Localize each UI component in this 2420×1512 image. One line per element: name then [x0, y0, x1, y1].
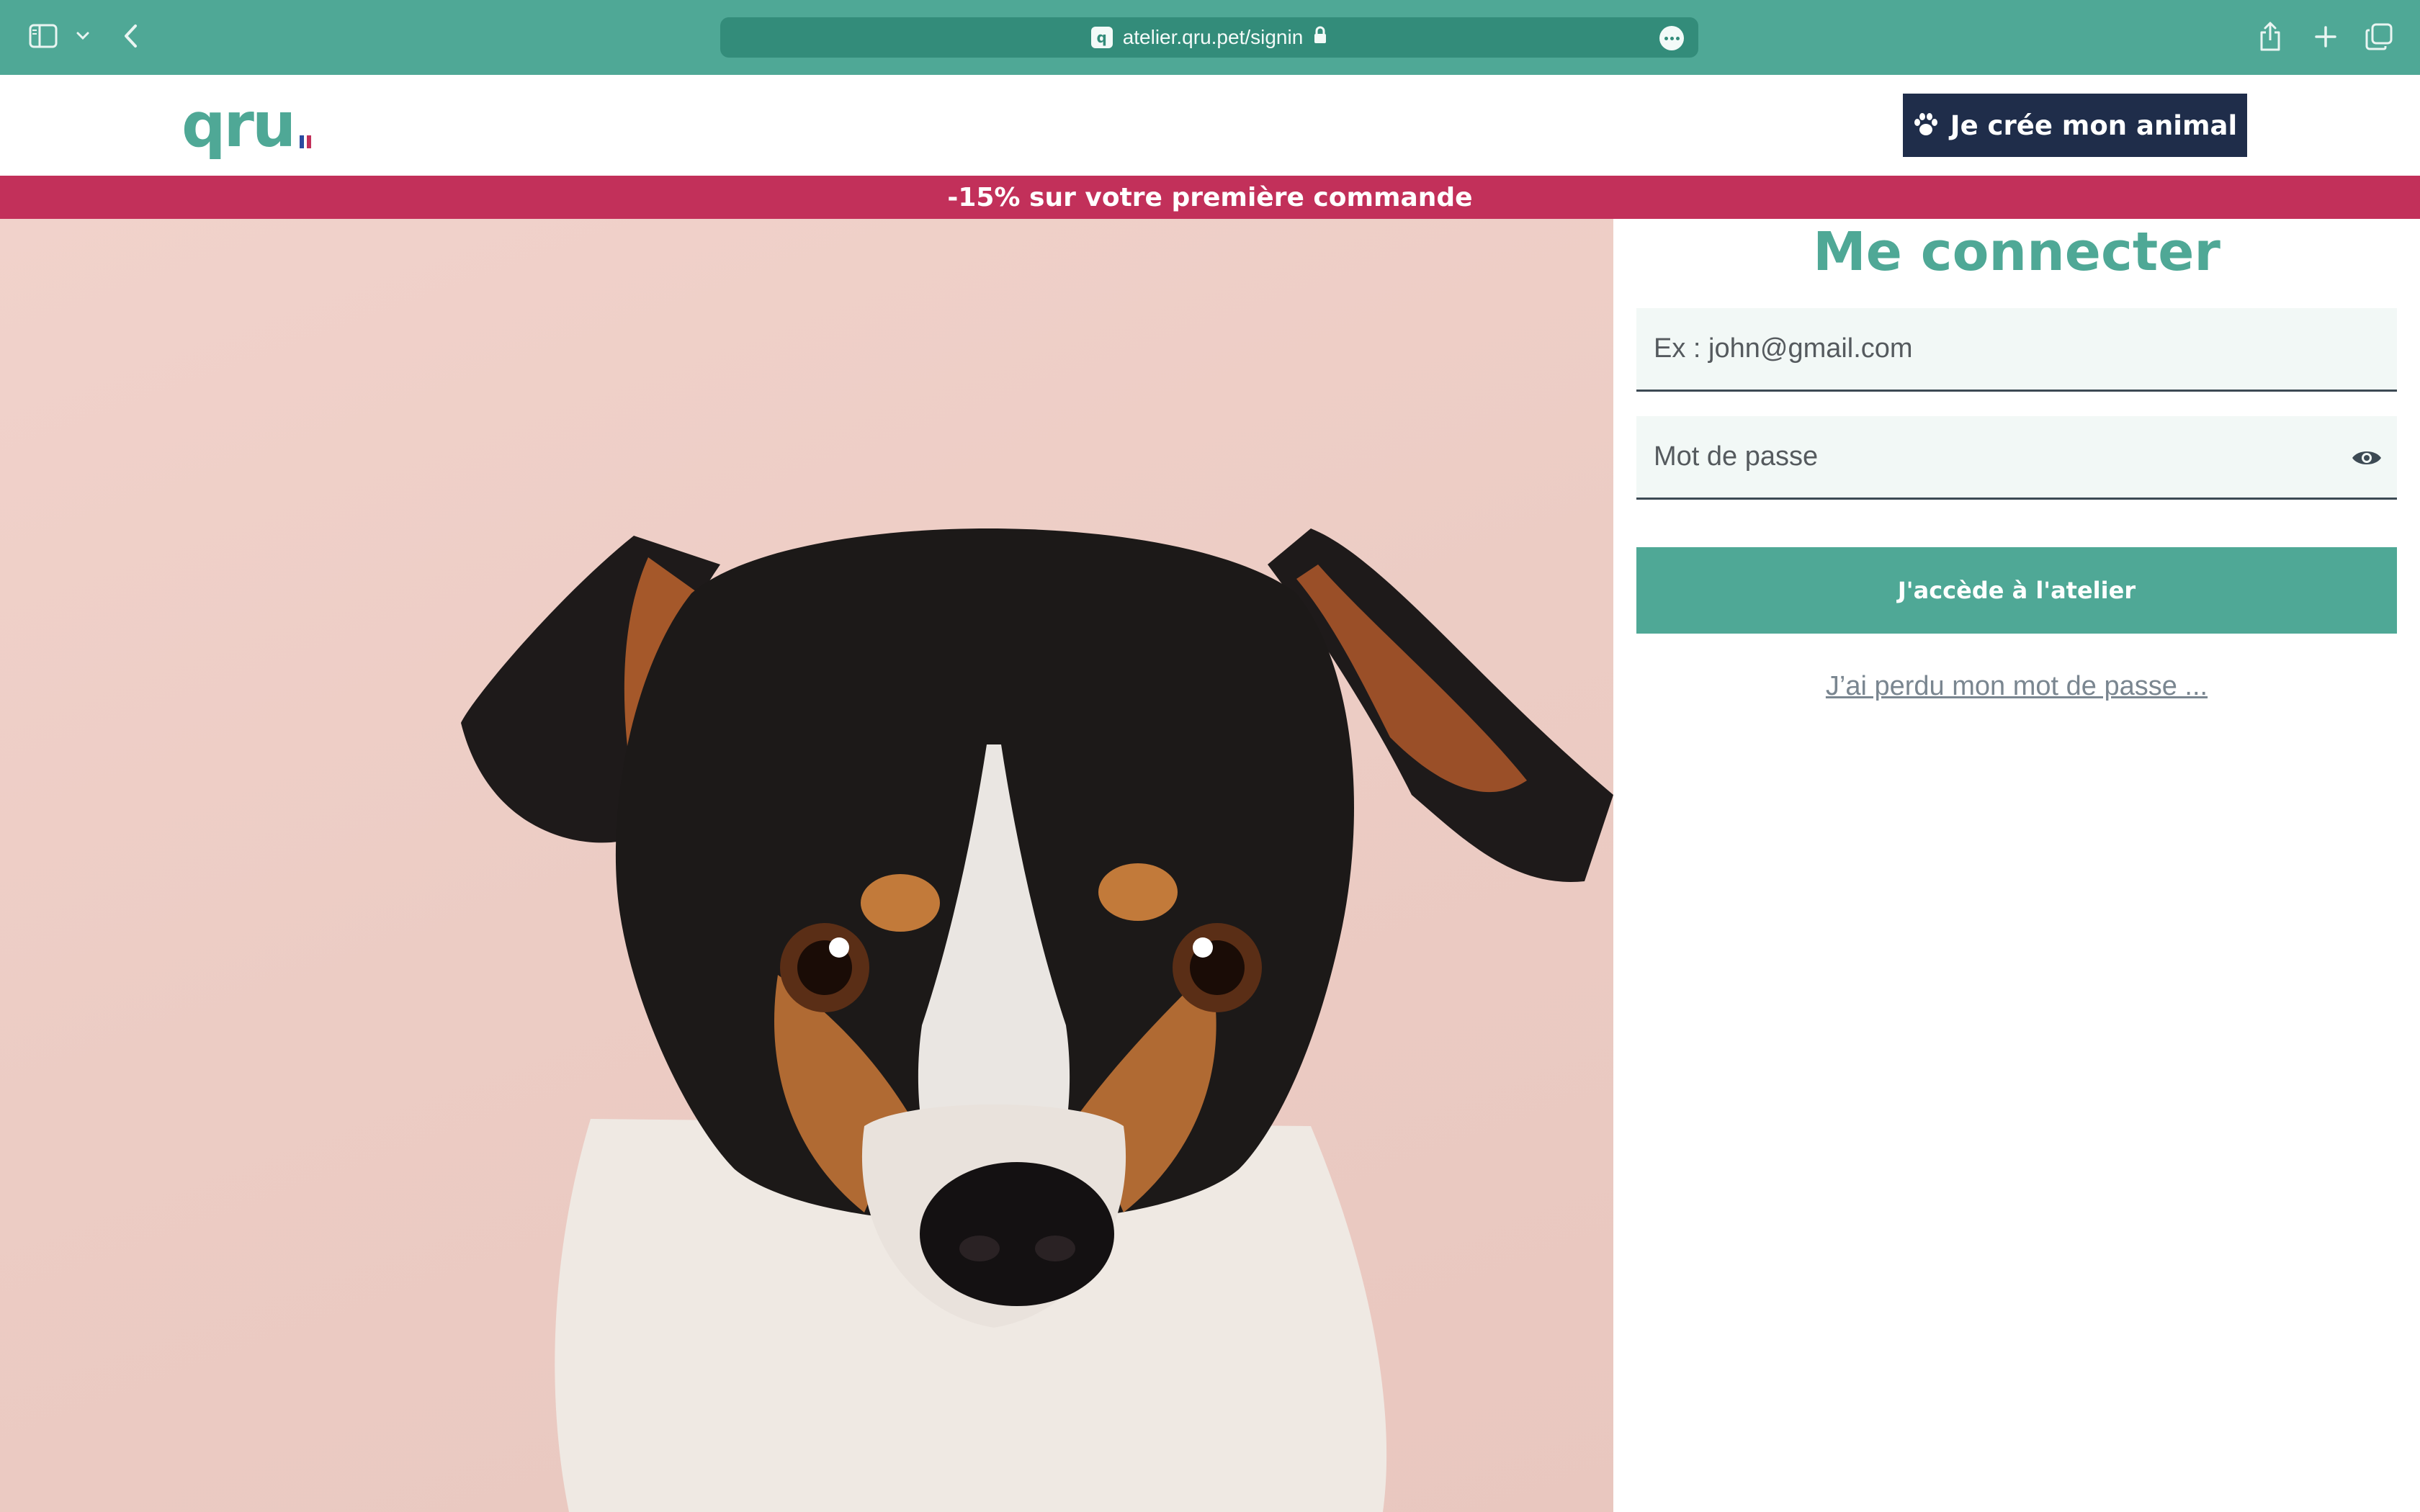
- share-icon[interactable]: [2254, 17, 2286, 56]
- back-icon[interactable]: [117, 19, 145, 53]
- url-text: atelier.qru.pet/signin: [1122, 26, 1304, 48]
- tabs-icon[interactable]: [2361, 20, 2397, 53]
- browser-toolbar: q atelier.qru.pet/signin: [0, 0, 2420, 75]
- logo-text: qru: [182, 89, 296, 161]
- paw-icon: [1913, 112, 1939, 139]
- eye-icon[interactable]: [2349, 442, 2384, 474]
- login-panel: Me connecter J'accède à l'atelier J’ai p…: [1613, 219, 2420, 1512]
- login-button[interactable]: J'accède à l'atelier: [1636, 547, 2397, 634]
- promo-banner: -15% sur votre première commande: [0, 176, 2420, 219]
- french-flag-icon: [300, 135, 312, 148]
- site-favicon: q: [1090, 27, 1113, 48]
- login-title: Me connecter: [1813, 221, 2220, 283]
- password-input[interactable]: [1636, 416, 2397, 498]
- plus-icon[interactable]: [2309, 20, 2342, 53]
- create-animal-button[interactable]: Je crée mon animal: [1903, 94, 2247, 157]
- qru-logo[interactable]: qru: [182, 89, 312, 161]
- sidebar-icon[interactable]: [27, 22, 59, 50]
- email-input[interactable]: [1636, 308, 2397, 390]
- site-header: qru Je crée mon animal: [0, 75, 2420, 176]
- create-animal-label: Je crée mon animal: [1950, 109, 2238, 141]
- more-icon[interactable]: [1659, 26, 1684, 50]
- dog-illustration: [461, 528, 1613, 1512]
- promo-text: -15% sur votre première commande: [947, 182, 1473, 212]
- password-field: [1636, 416, 2397, 500]
- email-field: [1636, 308, 2397, 392]
- chevron-down-icon[interactable]: [72, 23, 94, 49]
- lock-icon: [1313, 26, 1327, 50]
- dog-photo: [0, 219, 1613, 1512]
- address-bar[interactable]: q atelier.qru.pet/signin: [720, 17, 1698, 58]
- forgot-password-link[interactable]: J’ai perdu mon mot de passe ...: [1613, 671, 2420, 702]
